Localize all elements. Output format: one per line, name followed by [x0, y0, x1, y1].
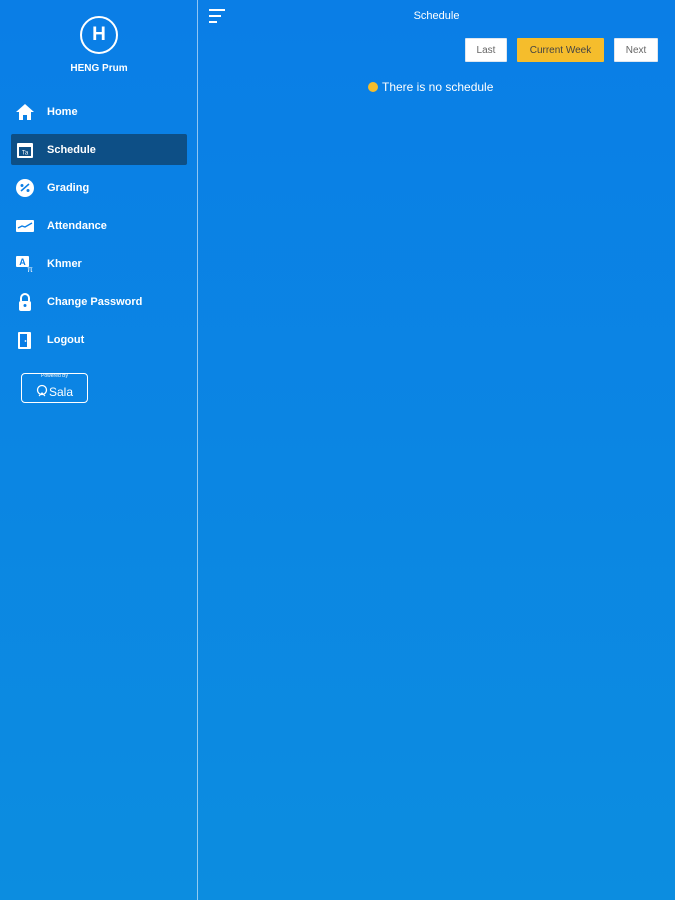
sidebar-item-attendance[interactable]: Attendance — [11, 210, 187, 241]
sala-logo-icon — [36, 384, 49, 400]
language-icon: Aπ — [15, 254, 35, 274]
grading-icon — [15, 178, 35, 198]
svg-text:π: π — [27, 265, 33, 274]
sidebar-item-schedule[interactable]: Ta Schedule — [11, 134, 187, 165]
svg-text:A: A — [19, 257, 26, 267]
empty-message-text: There is no schedule — [382, 80, 494, 94]
avatar-initial: H — [92, 24, 106, 45]
user-name: HENG Prum — [70, 63, 128, 74]
sidebar-item-grading[interactable]: Grading — [11, 172, 187, 203]
powered-by-badge: Powered By Sala — [21, 373, 88, 403]
sidebar-item-label: Logout — [47, 333, 85, 346]
home-icon — [15, 102, 35, 122]
sidebar-item-label: Khmer — [47, 257, 82, 270]
sidebar-item-change-password[interactable]: Change Password — [11, 286, 187, 317]
sidebar-item-home[interactable]: Home — [11, 96, 187, 127]
empty-schedule-message: There is no schedule — [368, 80, 493, 94]
lock-icon — [15, 292, 35, 312]
powered-by-brand: Sala — [48, 385, 74, 399]
svg-text:Ta: Ta — [22, 150, 29, 156]
page-title: Schedule — [413, 10, 460, 22]
last-week-button[interactable]: Last — [465, 38, 507, 62]
logout-icon — [15, 330, 35, 350]
current-week-button[interactable]: Current Week — [517, 38, 604, 62]
sidebar-item-label: Attendance — [47, 219, 107, 232]
avatar[interactable]: H — [80, 16, 118, 54]
next-week-button[interactable]: Next — [614, 38, 658, 62]
sidebar: H HENG Prum Home Ta Schedule Grading Att… — [0, 0, 198, 900]
sidebar-item-label: Grading — [47, 181, 90, 194]
calendar-icon: Ta — [15, 140, 35, 160]
sidebar-item-khmer[interactable]: Aπ Khmer — [11, 248, 187, 279]
sidebar-item-label: Home — [47, 105, 78, 118]
sidebar-item-label: Schedule — [47, 143, 96, 156]
sidebar-menu: Home Ta Schedule Grading Attendance Aπ K… — [11, 96, 187, 362]
powered-by-caption: Powered By — [41, 373, 68, 379]
info-dot-icon — [368, 82, 378, 92]
sidebar-item-logout[interactable]: Logout — [11, 324, 187, 355]
sidebar-item-label: Change Password — [47, 295, 143, 308]
attendance-icon — [15, 216, 35, 236]
